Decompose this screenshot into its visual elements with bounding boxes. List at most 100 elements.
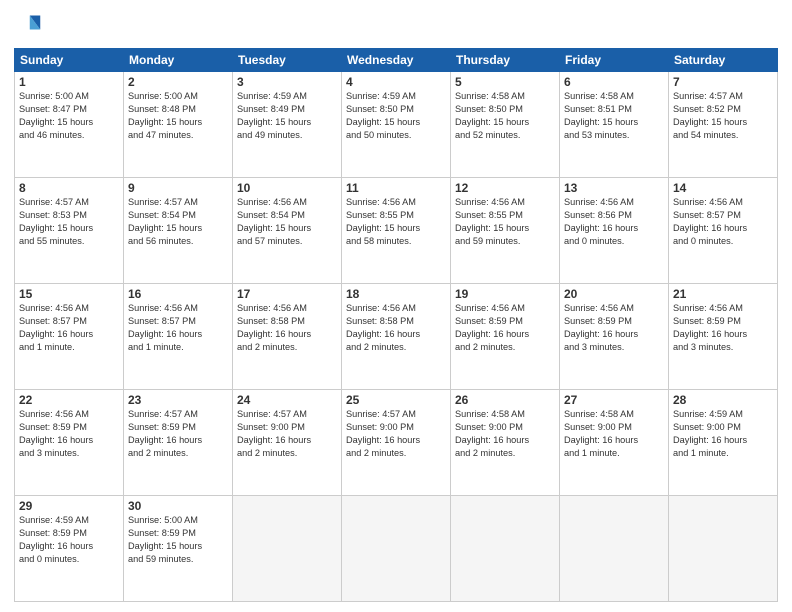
day-number: 29 [19,499,119,513]
calendar-table: SundayMondayTuesdayWednesdayThursdayFrid… [14,48,778,602]
calendar-cell [560,496,669,602]
day-number: 18 [346,287,446,301]
calendar-cell: 1Sunrise: 5:00 AMSunset: 8:47 PMDaylight… [15,72,124,178]
calendar-cell: 24Sunrise: 4:57 AMSunset: 9:00 PMDayligh… [233,390,342,496]
weekday-header-sunday: Sunday [15,49,124,72]
day-detail: Sunrise: 4:57 AMSunset: 8:52 PMDaylight:… [673,90,773,142]
day-number: 4 [346,75,446,89]
day-number: 1 [19,75,119,89]
day-detail: Sunrise: 4:59 AMSunset: 8:49 PMDaylight:… [237,90,337,142]
day-detail: Sunrise: 4:58 AMSunset: 9:00 PMDaylight:… [455,408,555,460]
calendar-cell: 9Sunrise: 4:57 AMSunset: 8:54 PMDaylight… [124,178,233,284]
calendar-week-1: 1Sunrise: 5:00 AMSunset: 8:47 PMDaylight… [15,72,778,178]
day-number: 2 [128,75,228,89]
day-detail: Sunrise: 4:56 AMSunset: 8:58 PMDaylight:… [346,302,446,354]
day-number: 5 [455,75,555,89]
calendar-week-2: 8Sunrise: 4:57 AMSunset: 8:53 PMDaylight… [15,178,778,284]
day-number: 20 [564,287,664,301]
day-detail: Sunrise: 4:57 AMSunset: 8:54 PMDaylight:… [128,196,228,248]
calendar-cell: 22Sunrise: 4:56 AMSunset: 8:59 PMDayligh… [15,390,124,496]
day-number: 13 [564,181,664,195]
day-detail: Sunrise: 5:00 AMSunset: 8:59 PMDaylight:… [128,514,228,566]
day-detail: Sunrise: 4:56 AMSunset: 8:54 PMDaylight:… [237,196,337,248]
day-detail: Sunrise: 4:56 AMSunset: 8:59 PMDaylight:… [673,302,773,354]
day-number: 28 [673,393,773,407]
calendar-cell [342,496,451,602]
calendar-cell: 20Sunrise: 4:56 AMSunset: 8:59 PMDayligh… [560,284,669,390]
day-detail: Sunrise: 5:00 AMSunset: 8:47 PMDaylight:… [19,90,119,142]
calendar-cell: 21Sunrise: 4:56 AMSunset: 8:59 PMDayligh… [669,284,778,390]
day-detail: Sunrise: 4:56 AMSunset: 8:57 PMDaylight:… [19,302,119,354]
logo-icon [14,12,42,40]
calendar-cell: 29Sunrise: 4:59 AMSunset: 8:59 PMDayligh… [15,496,124,602]
day-detail: Sunrise: 4:58 AMSunset: 8:50 PMDaylight:… [455,90,555,142]
day-number: 23 [128,393,228,407]
calendar-week-5: 29Sunrise: 4:59 AMSunset: 8:59 PMDayligh… [15,496,778,602]
calendar-cell: 16Sunrise: 4:56 AMSunset: 8:57 PMDayligh… [124,284,233,390]
calendar-cell: 11Sunrise: 4:56 AMSunset: 8:55 PMDayligh… [342,178,451,284]
day-number: 26 [455,393,555,407]
calendar-cell: 3Sunrise: 4:59 AMSunset: 8:49 PMDaylight… [233,72,342,178]
calendar-cell: 13Sunrise: 4:56 AMSunset: 8:56 PMDayligh… [560,178,669,284]
day-number: 7 [673,75,773,89]
day-number: 15 [19,287,119,301]
calendar-cell: 10Sunrise: 4:56 AMSunset: 8:54 PMDayligh… [233,178,342,284]
calendar-cell: 8Sunrise: 4:57 AMSunset: 8:53 PMDaylight… [15,178,124,284]
day-number: 9 [128,181,228,195]
day-number: 16 [128,287,228,301]
day-detail: Sunrise: 4:59 AMSunset: 9:00 PMDaylight:… [673,408,773,460]
calendar-cell: 30Sunrise: 5:00 AMSunset: 8:59 PMDayligh… [124,496,233,602]
day-detail: Sunrise: 4:57 AMSunset: 8:59 PMDaylight:… [128,408,228,460]
calendar-cell: 12Sunrise: 4:56 AMSunset: 8:55 PMDayligh… [451,178,560,284]
calendar-cell: 23Sunrise: 4:57 AMSunset: 8:59 PMDayligh… [124,390,233,496]
day-number: 6 [564,75,664,89]
day-detail: Sunrise: 4:56 AMSunset: 8:57 PMDaylight:… [673,196,773,248]
day-detail: Sunrise: 4:57 AMSunset: 9:00 PMDaylight:… [237,408,337,460]
day-number: 21 [673,287,773,301]
page: SundayMondayTuesdayWednesdayThursdayFrid… [0,0,792,612]
weekday-header-friday: Friday [560,49,669,72]
day-number: 14 [673,181,773,195]
day-detail: Sunrise: 4:56 AMSunset: 8:57 PMDaylight:… [128,302,228,354]
calendar-cell: 27Sunrise: 4:58 AMSunset: 9:00 PMDayligh… [560,390,669,496]
calendar-cell: 28Sunrise: 4:59 AMSunset: 9:00 PMDayligh… [669,390,778,496]
calendar-cell [233,496,342,602]
calendar-cell [669,496,778,602]
calendar-cell: 18Sunrise: 4:56 AMSunset: 8:58 PMDayligh… [342,284,451,390]
day-detail: Sunrise: 4:56 AMSunset: 8:55 PMDaylight:… [346,196,446,248]
day-detail: Sunrise: 4:56 AMSunset: 8:55 PMDaylight:… [455,196,555,248]
weekday-header-monday: Monday [124,49,233,72]
day-number: 17 [237,287,337,301]
calendar-cell: 6Sunrise: 4:58 AMSunset: 8:51 PMDaylight… [560,72,669,178]
calendar-cell: 14Sunrise: 4:56 AMSunset: 8:57 PMDayligh… [669,178,778,284]
calendar-cell: 17Sunrise: 4:56 AMSunset: 8:58 PMDayligh… [233,284,342,390]
day-number: 22 [19,393,119,407]
day-detail: Sunrise: 4:59 AMSunset: 8:50 PMDaylight:… [346,90,446,142]
day-number: 27 [564,393,664,407]
weekday-header-wednesday: Wednesday [342,49,451,72]
calendar-cell [451,496,560,602]
weekday-header-saturday: Saturday [669,49,778,72]
day-number: 19 [455,287,555,301]
day-number: 25 [346,393,446,407]
day-detail: Sunrise: 4:56 AMSunset: 8:58 PMDaylight:… [237,302,337,354]
day-number: 10 [237,181,337,195]
weekday-header-thursday: Thursday [451,49,560,72]
day-detail: Sunrise: 4:58 AMSunset: 8:51 PMDaylight:… [564,90,664,142]
day-number: 12 [455,181,555,195]
day-detail: Sunrise: 4:58 AMSunset: 9:00 PMDaylight:… [564,408,664,460]
calendar-cell: 15Sunrise: 4:56 AMSunset: 8:57 PMDayligh… [15,284,124,390]
day-detail: Sunrise: 4:56 AMSunset: 8:59 PMDaylight:… [455,302,555,354]
header [14,12,778,40]
day-detail: Sunrise: 5:00 AMSunset: 8:48 PMDaylight:… [128,90,228,142]
day-number: 3 [237,75,337,89]
calendar-week-4: 22Sunrise: 4:56 AMSunset: 8:59 PMDayligh… [15,390,778,496]
day-number: 11 [346,181,446,195]
day-detail: Sunrise: 4:56 AMSunset: 8:59 PMDaylight:… [19,408,119,460]
calendar-cell: 7Sunrise: 4:57 AMSunset: 8:52 PMDaylight… [669,72,778,178]
day-detail: Sunrise: 4:56 AMSunset: 8:56 PMDaylight:… [564,196,664,248]
calendar-cell: 2Sunrise: 5:00 AMSunset: 8:48 PMDaylight… [124,72,233,178]
calendar-cell: 5Sunrise: 4:58 AMSunset: 8:50 PMDaylight… [451,72,560,178]
calendar-cell: 26Sunrise: 4:58 AMSunset: 9:00 PMDayligh… [451,390,560,496]
day-number: 30 [128,499,228,513]
